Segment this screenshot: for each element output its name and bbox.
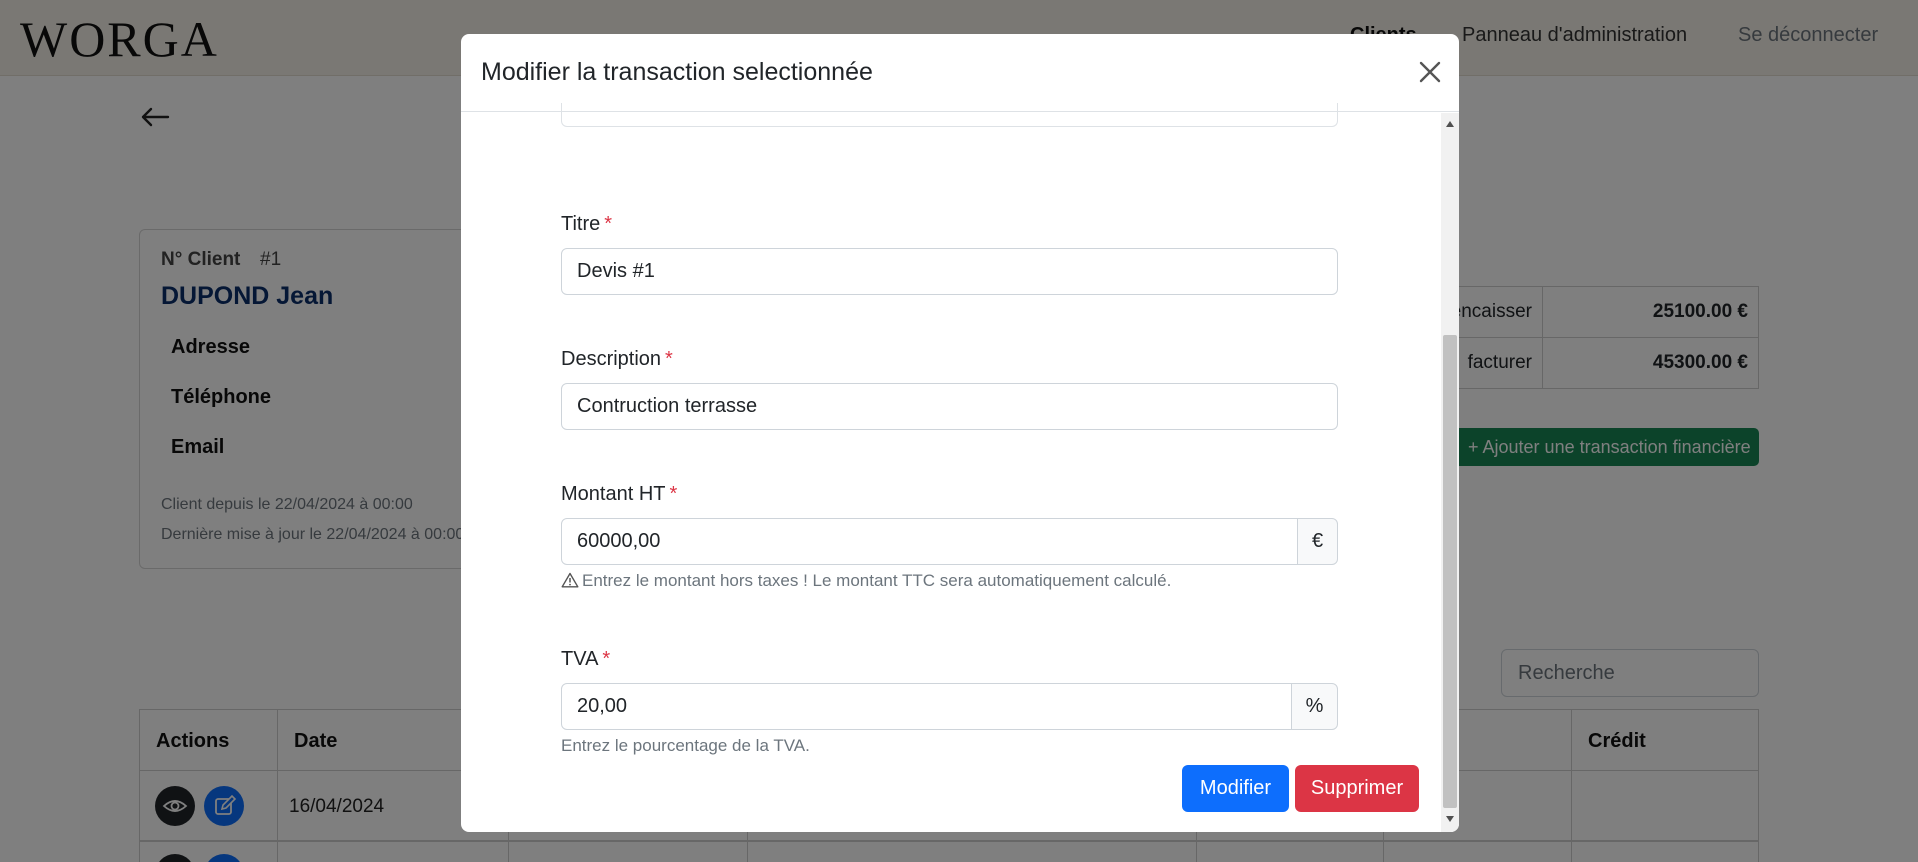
scroll-down-arrow[interactable] [1446, 816, 1454, 822]
montant-help: Entrez le montant hors taxes ! Le montan… [561, 571, 1171, 591]
modify-button[interactable]: Modifier [1182, 765, 1289, 812]
modal-scrollbar[interactable] [1441, 113, 1459, 832]
montant-input[interactable]: 60000,00 [561, 518, 1298, 565]
warning-icon [561, 572, 579, 588]
modal-header: Modifier la transaction selectionnée [461, 34, 1459, 112]
modal-title: Modifier la transaction selectionnée [481, 58, 873, 86]
tva-help: Entrez le pourcentage de la TVA. [561, 736, 810, 755]
required-marker: * [669, 483, 678, 505]
montant-label: Montant HT * [561, 483, 677, 506]
required-marker: * [665, 348, 673, 370]
previous-field-input[interactable] [561, 103, 1338, 127]
euro-addon: € [1297, 518, 1338, 565]
titre-input[interactable]: Devis #1 [561, 248, 1338, 295]
montant-label-text: Montant HT [561, 483, 666, 505]
description-input[interactable]: Contruction terrasse [561, 383, 1338, 430]
scrollbar-thumb[interactable] [1443, 335, 1457, 808]
delete-button[interactable]: Supprimer [1295, 765, 1419, 812]
percent-addon: % [1291, 683, 1338, 730]
modal-body[interactable]: Titre * Devis #1 Description * Contruction… [461, 103, 1441, 832]
titre-label: Titre * [561, 213, 612, 236]
close-icon[interactable] [1416, 58, 1444, 86]
description-label: Description * [561, 348, 673, 371]
montant-help-text: Entrez le montant hors taxes ! Le montan… [582, 571, 1172, 590]
tva-input[interactable]: 20,00 [561, 683, 1292, 730]
description-label-text: Description [561, 348, 662, 370]
required-marker: * [604, 213, 613, 235]
titre-label-text: Titre [561, 213, 601, 235]
tva-label: TVA * [561, 648, 610, 671]
required-marker: * [602, 648, 611, 670]
tva-label-text: TVA [561, 648, 599, 670]
edit-transaction-modal: Modifier la transaction selectionnée Tit… [461, 34, 1459, 832]
scroll-up-arrow[interactable] [1446, 121, 1454, 127]
